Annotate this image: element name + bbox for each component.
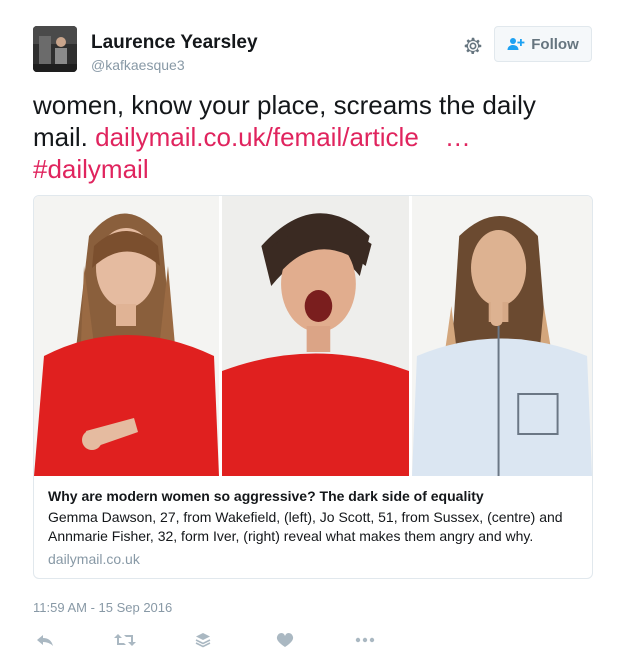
author-block: Laurence Yearsley @kafkaesque3 [91, 33, 258, 74]
card-photo-left [34, 196, 219, 476]
author-name[interactable]: Laurence Yearsley [91, 33, 258, 53]
card-image[interactable] [34, 196, 592, 476]
tweet-link-ellipsis[interactable]: … [445, 122, 471, 152]
card-description: Gemma Dawson, 27, from Wakefield, (left)… [48, 509, 563, 544]
more-icon[interactable] [353, 628, 377, 652]
follow-button[interactable]: Follow [494, 26, 592, 62]
heart-icon[interactable] [273, 628, 297, 652]
retweet-icon[interactable] [113, 628, 137, 652]
buffer-icon[interactable] [191, 628, 215, 652]
gear-icon[interactable] [462, 35, 484, 57]
hashtag-link[interactable]: #dailymail [33, 154, 149, 184]
avatar[interactable] [33, 26, 77, 72]
tweet-text: women, know your place, screams the dail… [33, 89, 593, 185]
avatar-image [33, 26, 77, 72]
reply-icon[interactable] [33, 628, 57, 652]
card-photo-right [409, 196, 592, 476]
link-card[interactable]: Why are modern women so aggressive? The … [33, 195, 593, 579]
card-photo-center [219, 196, 409, 476]
follow-label: Follow [531, 35, 579, 53]
author-handle[interactable]: @kafkaesque3 [91, 56, 258, 74]
card-title[interactable]: Why are modern women so aggressive? The … [48, 487, 578, 505]
follow-person-icon [507, 38, 525, 50]
timestamp[interactable]: 11:59 AM - 15 Sep 2016 [33, 600, 172, 615]
card-domain[interactable]: dailymail.co.uk [48, 550, 578, 569]
action-bar [33, 628, 393, 652]
card-body: Why are modern women so aggressive? The … [48, 487, 578, 569]
tweet-link[interactable]: dailymail.co.uk/femail/article [95, 122, 419, 152]
